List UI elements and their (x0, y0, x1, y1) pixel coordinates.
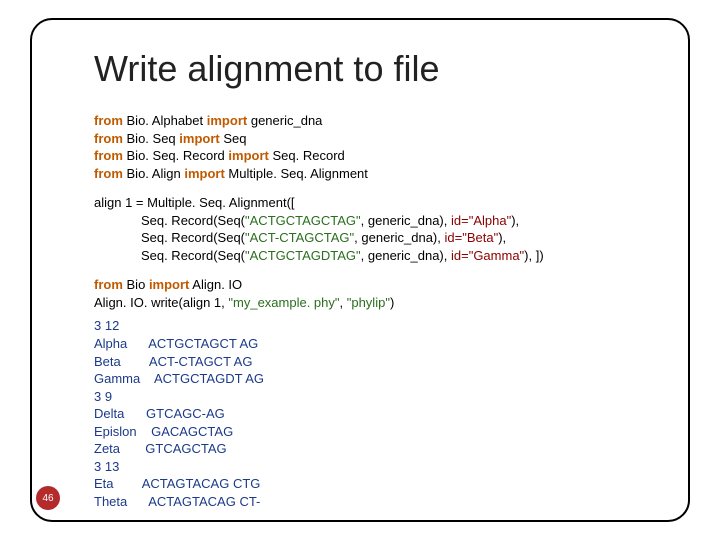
import-mod-2: Bio. Seq. Record (127, 148, 225, 163)
row-prefix: Seq. Record(Seq( (94, 213, 245, 228)
seq-2: "ACTGCTAGDTAG" (245, 248, 361, 263)
import-names-1: Seq (223, 131, 246, 146)
io-call-pre: Align. IO. write(align 1, (94, 295, 228, 310)
output-block: 3 12 Alpha ACTGCTAGCT AG Beta ACT-CTAGCT… (94, 317, 656, 510)
import-names-0: generic_dna (251, 113, 323, 128)
kw-from: from (94, 131, 123, 146)
out-line: Theta ACTAGTACAG CT- (94, 494, 260, 509)
slide: Write alignment to file from Bio. Alphab… (0, 0, 720, 540)
kw-import: import (179, 131, 219, 146)
io-from: Bio (127, 277, 146, 292)
out-line: Gamma ACTGCTAGDT AG (94, 371, 264, 386)
io-block: from Bio import Align. IO Align. IO. wri… (94, 276, 656, 311)
page-number: 46 (42, 493, 53, 504)
kw-import: import (149, 277, 189, 292)
import-mod-0: Bio. Alphabet (127, 113, 204, 128)
kw-import: import (184, 166, 224, 181)
out-line: 3 9 (94, 389, 112, 404)
align-head: align 1 = Multiple. Seq. Alignment([ (94, 195, 295, 210)
io-imp: Align. IO (192, 277, 242, 292)
import-names-2: Seq. Record (273, 148, 345, 163)
slide-frame: Write alignment to file from Bio. Alphab… (30, 18, 690, 522)
out-line: Delta GTCAGC-AG (94, 406, 225, 421)
out-line: Alpha ACTGCTAGCT AG (94, 336, 258, 351)
row-prefix: Seq. Record(Seq( (94, 248, 245, 263)
out-line: 3 12 (94, 318, 119, 333)
id-1: id="Beta" (445, 230, 499, 245)
row-prefix: Seq. Record(Seq( (94, 230, 245, 245)
import-names-3: Multiple. Seq. Alignment (228, 166, 367, 181)
imports-block: from Bio. Alphabet import generic_dna fr… (94, 112, 656, 182)
seq-0: "ACTGCTAGCTAG" (245, 213, 361, 228)
kw-from: from (94, 166, 123, 181)
kw-import: import (207, 113, 247, 128)
out-line: Beta ACT-CTAGCT AG (94, 354, 252, 369)
seq-1: "ACT-CTAGCTAG" (245, 230, 354, 245)
kw-from: from (94, 113, 123, 128)
kw-from: from (94, 277, 123, 292)
import-mod-1: Bio. Seq (127, 131, 176, 146)
page-number-badge: 46 (36, 486, 60, 510)
out-line: 3 13 (94, 459, 119, 474)
id-2: id="Gamma" (451, 248, 524, 263)
kw-import: import (228, 148, 268, 163)
io-file: "my_example. phy" (228, 295, 339, 310)
io-fmt: "phylip" (347, 295, 390, 310)
slide-title: Write alignment to file (94, 48, 656, 90)
out-line: Epislon GACAGCTAG (94, 424, 233, 439)
out-line: Eta ACTAGTACAG CTG (94, 476, 260, 491)
kw-from: from (94, 148, 123, 163)
alignment-block: align 1 = Multiple. Seq. Alignment([ Seq… (94, 194, 656, 264)
import-mod-3: Bio. Align (127, 166, 181, 181)
id-0: id="Alpha" (451, 213, 511, 228)
out-line: Zeta GTCAGCTAG (94, 441, 227, 456)
